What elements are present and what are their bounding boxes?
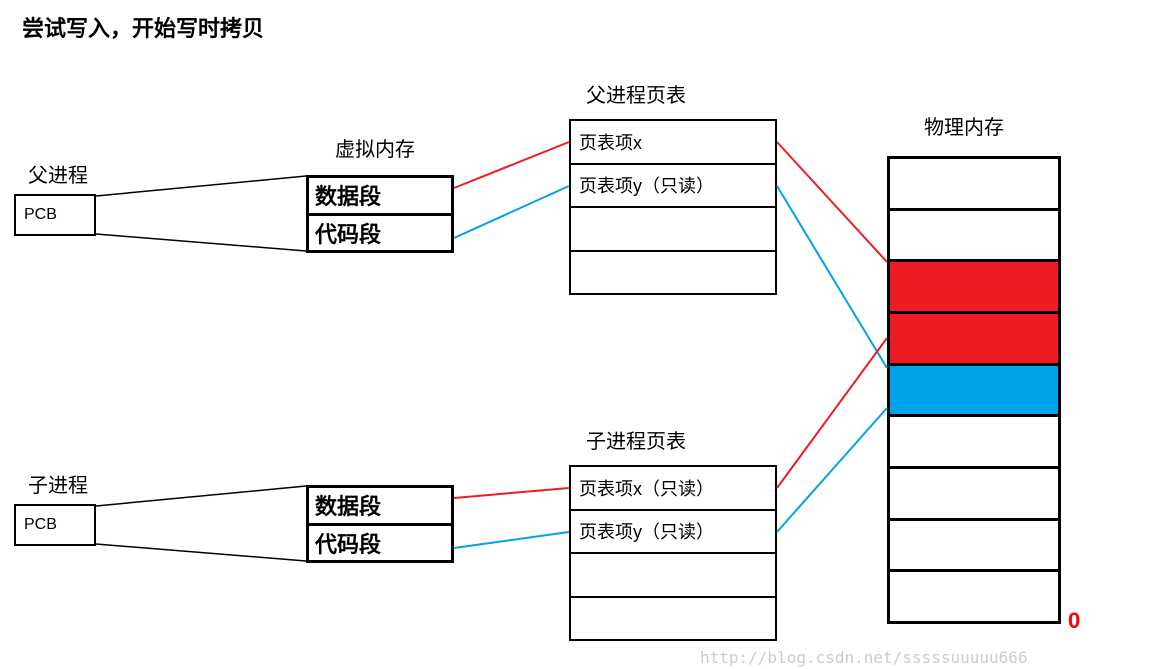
child-pcb-text: PCB: [24, 516, 57, 534]
phys-title: 物理内存: [924, 118, 1004, 138]
child-pt-3: [571, 598, 775, 640]
parent-pcb-box: PCB: [14, 194, 96, 236]
phys-cell-4: [890, 366, 1058, 418]
parent-vm-data: 数据段: [309, 178, 451, 216]
phys-memory: [887, 156, 1061, 624]
parent-label: 父进程: [28, 166, 88, 186]
diagram-canvas: 尝试写入，开始写时拷贝 父进程 PCB 虚拟内存 数据段 代码段 父进程页表 页…: [0, 0, 1160, 669]
child-pt-2: [571, 554, 775, 598]
child-label: 子进程: [28, 476, 88, 496]
phys-cell-1: [890, 211, 1058, 263]
phys-cell-0: [890, 159, 1058, 211]
child-vm-code: 代码段: [309, 526, 451, 561]
parent-vm-box: 数据段 代码段: [306, 175, 454, 253]
phys-cell-3: [890, 314, 1058, 366]
child-vm-box: 数据段 代码段: [306, 485, 454, 563]
parent-vm-code: 代码段: [309, 216, 451, 251]
parent-pt-0: 页表项x: [571, 121, 775, 165]
phys-cell-6: [890, 469, 1058, 521]
phys-cell-5: [890, 417, 1058, 469]
child-pt-0: 页表项x（只读）: [571, 467, 775, 511]
parent-pcb-text: PCB: [24, 206, 57, 224]
parent-pt-3: [571, 252, 775, 294]
phys-cell-7: [890, 521, 1058, 573]
parent-pt-2: [571, 208, 775, 252]
watermark: http://blog.csdn.net/sssssuuuuu666: [700, 648, 1028, 667]
child-pt-title: 子进程页表: [586, 432, 686, 452]
child-vm-data: 数据段: [309, 488, 451, 526]
phys-cell-2: [890, 262, 1058, 314]
phys-cell-8: [890, 572, 1058, 621]
child-pt-1: 页表项y（只读）: [571, 511, 775, 555]
parent-vm-title: 虚拟内存: [335, 140, 415, 160]
diagram-title: 尝试写入，开始写时拷贝: [22, 18, 264, 40]
phys-zero: 0: [1068, 608, 1080, 634]
parent-pt-box: 页表项x 页表项y（只读）: [569, 119, 777, 295]
parent-pt-title: 父进程页表: [586, 86, 686, 106]
parent-pt-1: 页表项y（只读）: [571, 165, 775, 209]
child-pt-box: 页表项x（只读） 页表项y（只读）: [569, 465, 777, 641]
child-pcb-box: PCB: [14, 504, 96, 546]
